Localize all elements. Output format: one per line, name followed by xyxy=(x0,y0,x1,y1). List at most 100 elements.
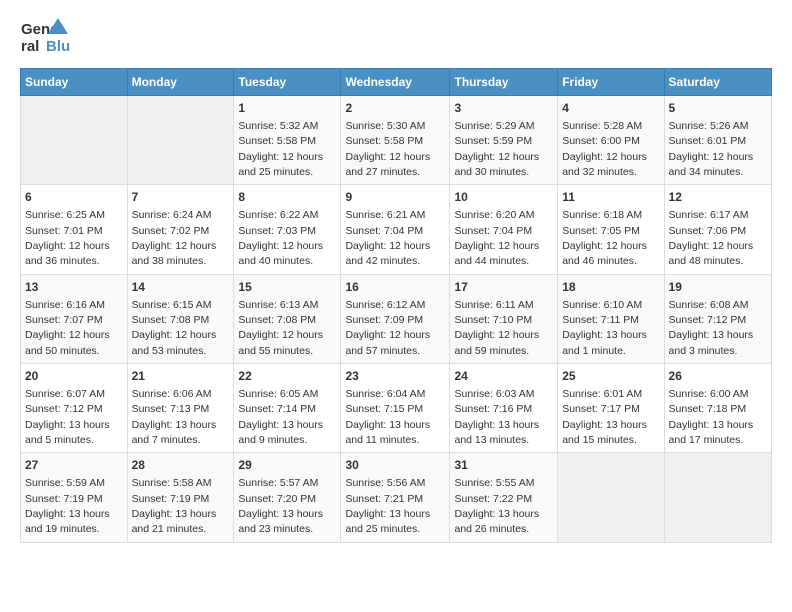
logo: Gene ral Blue xyxy=(20,16,70,58)
calendar-cell: 21 Sunrise: 6:06 AMSunset: 7:13 PMDaylig… xyxy=(127,364,234,453)
day-info: Sunrise: 5:57 AMSunset: 7:20 PMDaylight:… xyxy=(238,477,323,535)
calendar-cell: 29 Sunrise: 5:57 AMSunset: 7:20 PMDaylig… xyxy=(234,453,341,542)
calendar-cell: 27 Sunrise: 5:59 AMSunset: 7:19 PMDaylig… xyxy=(21,453,128,542)
logo-svg: Gene ral Blue xyxy=(20,16,70,58)
calendar-cell xyxy=(558,453,664,542)
calendar-cell: 19 Sunrise: 6:08 AMSunset: 7:12 PMDaylig… xyxy=(664,274,771,363)
day-info: Sunrise: 5:55 AMSunset: 7:22 PMDaylight:… xyxy=(454,477,539,535)
day-info: Sunrise: 6:25 AMSunset: 7:01 PMDaylight:… xyxy=(25,209,110,267)
day-number: 22 xyxy=(238,368,336,385)
day-number: 7 xyxy=(132,189,230,206)
day-number: 8 xyxy=(238,189,336,206)
header-sunday: Sunday xyxy=(21,69,128,96)
day-info: Sunrise: 6:01 AMSunset: 7:17 PMDaylight:… xyxy=(562,388,647,446)
calendar-cell: 5 Sunrise: 5:26 AMSunset: 6:01 PMDayligh… xyxy=(664,96,771,185)
day-info: Sunrise: 6:21 AMSunset: 7:04 PMDaylight:… xyxy=(345,209,430,267)
calendar-cell: 25 Sunrise: 6:01 AMSunset: 7:17 PMDaylig… xyxy=(558,364,664,453)
calendar-cell: 8 Sunrise: 6:22 AMSunset: 7:03 PMDayligh… xyxy=(234,185,341,274)
page-header: Gene ral Blue xyxy=(20,16,772,58)
day-info: Sunrise: 6:16 AMSunset: 7:07 PMDaylight:… xyxy=(25,299,110,357)
day-number: 30 xyxy=(345,457,445,474)
calendar-cell: 12 Sunrise: 6:17 AMSunset: 7:06 PMDaylig… xyxy=(664,185,771,274)
day-number: 1 xyxy=(238,100,336,117)
calendar-cell: 9 Sunrise: 6:21 AMSunset: 7:04 PMDayligh… xyxy=(341,185,450,274)
calendar-week-row: 1 Sunrise: 5:32 AMSunset: 5:58 PMDayligh… xyxy=(21,96,772,185)
day-number: 4 xyxy=(562,100,659,117)
calendar-cell: 22 Sunrise: 6:05 AMSunset: 7:14 PMDaylig… xyxy=(234,364,341,453)
day-info: Sunrise: 6:03 AMSunset: 7:16 PMDaylight:… xyxy=(454,388,539,446)
calendar-cell: 31 Sunrise: 5:55 AMSunset: 7:22 PMDaylig… xyxy=(450,453,558,542)
calendar-cell: 4 Sunrise: 5:28 AMSunset: 6:00 PMDayligh… xyxy=(558,96,664,185)
calendar-cell: 2 Sunrise: 5:30 AMSunset: 5:58 PMDayligh… xyxy=(341,96,450,185)
day-number: 25 xyxy=(562,368,659,385)
calendar-cell: 18 Sunrise: 6:10 AMSunset: 7:11 PMDaylig… xyxy=(558,274,664,363)
day-number: 16 xyxy=(345,279,445,296)
day-info: Sunrise: 6:05 AMSunset: 7:14 PMDaylight:… xyxy=(238,388,323,446)
calendar-cell: 17 Sunrise: 6:11 AMSunset: 7:10 PMDaylig… xyxy=(450,274,558,363)
calendar-cell: 11 Sunrise: 6:18 AMSunset: 7:05 PMDaylig… xyxy=(558,185,664,274)
day-info: Sunrise: 6:06 AMSunset: 7:13 PMDaylight:… xyxy=(132,388,217,446)
calendar-cell: 28 Sunrise: 5:58 AMSunset: 7:19 PMDaylig… xyxy=(127,453,234,542)
day-info: Sunrise: 6:00 AMSunset: 7:18 PMDaylight:… xyxy=(669,388,754,446)
calendar-cell: 30 Sunrise: 5:56 AMSunset: 7:21 PMDaylig… xyxy=(341,453,450,542)
header-monday: Monday xyxy=(127,69,234,96)
day-number: 27 xyxy=(25,457,123,474)
calendar-cell: 24 Sunrise: 6:03 AMSunset: 7:16 PMDaylig… xyxy=(450,364,558,453)
day-number: 9 xyxy=(345,189,445,206)
day-number: 26 xyxy=(669,368,767,385)
day-number: 24 xyxy=(454,368,553,385)
day-info: Sunrise: 6:20 AMSunset: 7:04 PMDaylight:… xyxy=(454,209,539,267)
day-info: Sunrise: 6:18 AMSunset: 7:05 PMDaylight:… xyxy=(562,209,647,267)
day-info: Sunrise: 5:28 AMSunset: 6:00 PMDaylight:… xyxy=(562,120,647,178)
day-number: 10 xyxy=(454,189,553,206)
header-tuesday: Tuesday xyxy=(234,69,341,96)
day-number: 3 xyxy=(454,100,553,117)
day-info: Sunrise: 5:56 AMSunset: 7:21 PMDaylight:… xyxy=(345,477,430,535)
day-number: 6 xyxy=(25,189,123,206)
header-friday: Friday xyxy=(558,69,664,96)
calendar-week-row: 27 Sunrise: 5:59 AMSunset: 7:19 PMDaylig… xyxy=(21,453,772,542)
day-number: 13 xyxy=(25,279,123,296)
day-number: 20 xyxy=(25,368,123,385)
calendar-cell xyxy=(127,96,234,185)
header-wednesday: Wednesday xyxy=(341,69,450,96)
day-info: Sunrise: 5:59 AMSunset: 7:19 PMDaylight:… xyxy=(25,477,110,535)
day-info: Sunrise: 6:07 AMSunset: 7:12 PMDaylight:… xyxy=(25,388,110,446)
calendar-table: SundayMondayTuesdayWednesdayThursdayFrid… xyxy=(20,68,772,543)
day-info: Sunrise: 6:13 AMSunset: 7:08 PMDaylight:… xyxy=(238,299,323,357)
day-number: 2 xyxy=(345,100,445,117)
day-info: Sunrise: 6:10 AMSunset: 7:11 PMDaylight:… xyxy=(562,299,647,357)
day-info: Sunrise: 5:58 AMSunset: 7:19 PMDaylight:… xyxy=(132,477,217,535)
day-info: Sunrise: 5:26 AMSunset: 6:01 PMDaylight:… xyxy=(669,120,754,178)
calendar-cell: 3 Sunrise: 5:29 AMSunset: 5:59 PMDayligh… xyxy=(450,96,558,185)
calendar-cell xyxy=(664,453,771,542)
day-info: Sunrise: 6:08 AMSunset: 7:12 PMDaylight:… xyxy=(669,299,754,357)
calendar-cell: 26 Sunrise: 6:00 AMSunset: 7:18 PMDaylig… xyxy=(664,364,771,453)
header-thursday: Thursday xyxy=(450,69,558,96)
calendar-cell xyxy=(21,96,128,185)
day-info: Sunrise: 5:29 AMSunset: 5:59 PMDaylight:… xyxy=(454,120,539,178)
day-number: 19 xyxy=(669,279,767,296)
calendar-week-row: 20 Sunrise: 6:07 AMSunset: 7:12 PMDaylig… xyxy=(21,364,772,453)
header-saturday: Saturday xyxy=(664,69,771,96)
day-number: 18 xyxy=(562,279,659,296)
calendar-cell: 20 Sunrise: 6:07 AMSunset: 7:12 PMDaylig… xyxy=(21,364,128,453)
day-info: Sunrise: 6:04 AMSunset: 7:15 PMDaylight:… xyxy=(345,388,430,446)
calendar-cell: 23 Sunrise: 6:04 AMSunset: 7:15 PMDaylig… xyxy=(341,364,450,453)
day-number: 15 xyxy=(238,279,336,296)
day-info: Sunrise: 5:30 AMSunset: 5:58 PMDaylight:… xyxy=(345,120,430,178)
day-number: 5 xyxy=(669,100,767,117)
day-info: Sunrise: 6:17 AMSunset: 7:06 PMDaylight:… xyxy=(669,209,754,267)
day-number: 17 xyxy=(454,279,553,296)
day-info: Sunrise: 6:24 AMSunset: 7:02 PMDaylight:… xyxy=(132,209,217,267)
calendar-cell: 1 Sunrise: 5:32 AMSunset: 5:58 PMDayligh… xyxy=(234,96,341,185)
day-info: Sunrise: 6:12 AMSunset: 7:09 PMDaylight:… xyxy=(345,299,430,357)
svg-text:Blue: Blue xyxy=(46,38,70,55)
day-number: 28 xyxy=(132,457,230,474)
calendar-cell: 10 Sunrise: 6:20 AMSunset: 7:04 PMDaylig… xyxy=(450,185,558,274)
calendar-cell: 13 Sunrise: 6:16 AMSunset: 7:07 PMDaylig… xyxy=(21,274,128,363)
calendar-cell: 16 Sunrise: 6:12 AMSunset: 7:09 PMDaylig… xyxy=(341,274,450,363)
calendar-cell: 15 Sunrise: 6:13 AMSunset: 7:08 PMDaylig… xyxy=(234,274,341,363)
calendar-week-row: 13 Sunrise: 6:16 AMSunset: 7:07 PMDaylig… xyxy=(21,274,772,363)
day-info: Sunrise: 6:22 AMSunset: 7:03 PMDaylight:… xyxy=(238,209,323,267)
